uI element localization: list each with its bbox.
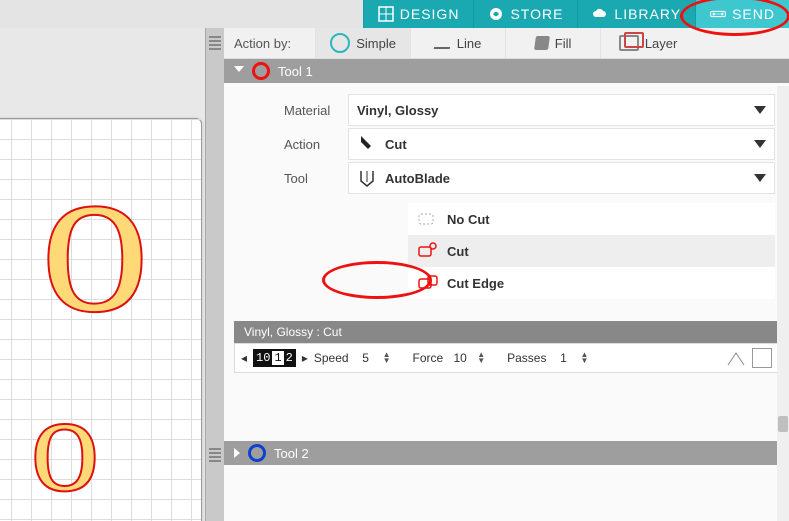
cloud-icon <box>592 6 608 22</box>
action-by-label: Action by: <box>234 36 291 51</box>
cut-option-nocut[interactable]: No Cut <box>408 203 775 235</box>
cutedge-label: Cut Edge <box>447 276 504 291</box>
action-by-simple[interactable]: Simple <box>315 28 410 58</box>
panel-drag-handle[interactable] <box>205 28 226 521</box>
speed-value: 5 <box>355 351 377 365</box>
expand-icon <box>234 448 240 458</box>
design-canvas[interactable]: o o <box>0 28 205 521</box>
tab-store[interactable]: STORE <box>473 0 577 28</box>
action-label: Action <box>284 137 348 152</box>
tool2-title: Tool 2 <box>274 446 309 461</box>
tool-value: AutoBlade <box>385 171 450 186</box>
cut-option-cutedge[interactable]: Cut Edge <box>408 267 775 299</box>
send-panel: Action by: Simple Line Fill Layer Tool 1… <box>224 28 789 521</box>
cut-options: No Cut Cut Cut Edge <box>408 203 789 299</box>
collapse-icon <box>234 66 244 77</box>
tab-library[interactable]: LIBRARY <box>577 0 695 28</box>
color-swatch[interactable] <box>752 348 772 368</box>
material-select[interactable]: Vinyl, Glossy <box>348 94 775 126</box>
cut-icon <box>417 242 439 260</box>
cut-settings-row: ◂ 10 1 2 ▸ Speed 5 ▲▼ Force 10 ▲▼ Passes… <box>234 343 779 373</box>
action-by-line[interactable]: Line <box>410 28 505 58</box>
material-label: Material <box>284 103 348 118</box>
nocut-icon <box>417 210 439 228</box>
tool1-body: Material Vinyl, Glossy Action Cut Tool A… <box>224 83 789 309</box>
autoblade-icon <box>357 168 377 188</box>
panel-scrollbar[interactable] <box>777 86 789 521</box>
grip-icon <box>209 448 221 462</box>
tool1-header[interactable]: Tool 1 <box>224 59 789 83</box>
action-by-simple-label: Simple <box>356 36 396 51</box>
blade-depth-scale[interactable]: 10 1 2 <box>253 349 296 367</box>
tool-select[interactable]: AutoBlade <box>348 162 775 194</box>
passes-label: Passes <box>507 351 546 365</box>
action-select[interactable]: Cut <box>348 128 775 160</box>
speed-label: Speed <box>314 351 349 365</box>
tab-send[interactable]: SEND <box>695 0 789 28</box>
tool2-header[interactable]: Tool 2 <box>224 441 789 465</box>
cut-option-cut[interactable]: Cut <box>408 235 775 267</box>
passes-stepper[interactable]: ▲▼ <box>580 352 588 364</box>
circle-icon <box>330 33 350 53</box>
cut-settings-header: Vinyl, Glossy : Cut <box>234 321 779 343</box>
cutedge-icon <box>417 274 439 292</box>
action-by-fill[interactable]: Fill <box>505 28 600 58</box>
design-shape: o <box>40 148 150 324</box>
line-segment-icon[interactable] <box>726 349 746 367</box>
speed-stepper[interactable]: ▲▼ <box>383 352 391 364</box>
top-tabs: DESIGN STORE LIBRARY SEND <box>363 0 789 28</box>
material-row: Material Vinyl, Glossy <box>284 93 789 127</box>
tab-send-label: SEND <box>732 6 775 22</box>
store-icon <box>488 6 504 22</box>
tab-store-label: STORE <box>510 6 563 22</box>
blade-right-arrow[interactable]: ▸ <box>302 351 308 365</box>
force-stepper[interactable]: ▲▼ <box>477 352 485 364</box>
tab-design[interactable]: DESIGN <box>363 0 474 28</box>
action-by-line-label: Line <box>457 36 482 51</box>
action-value: Cut <box>385 137 407 152</box>
force-label: Force <box>413 351 444 365</box>
scrollbar-thumb[interactable] <box>778 416 788 432</box>
chevron-down-icon <box>754 140 766 148</box>
chevron-down-icon <box>754 174 766 182</box>
grid-icon <box>378 6 394 22</box>
chevron-down-icon <box>754 106 766 114</box>
material-value: Vinyl, Glossy <box>357 103 438 118</box>
passes-value: 1 <box>552 351 574 365</box>
fill-icon <box>534 36 550 50</box>
design-shape-2: o <box>30 388 100 500</box>
tool-row: Tool AutoBlade <box>284 161 789 195</box>
tab-library-label: LIBRARY <box>614 6 681 22</box>
action-by-layer[interactable]: Layer <box>600 28 695 58</box>
blade-left-arrow[interactable]: ◂ <box>241 351 247 365</box>
tool-label: Tool <box>284 171 348 186</box>
line-icon <box>434 37 453 49</box>
layer-icon <box>619 35 639 51</box>
blue-ring-icon <box>248 444 266 462</box>
blade-icon <box>357 134 377 154</box>
action-by-fill-label: Fill <box>555 36 572 51</box>
action-by-layer-label: Layer <box>645 36 678 51</box>
force-value: 10 <box>449 351 471 365</box>
red-ring-icon <box>252 62 270 80</box>
grip-icon <box>209 36 221 50</box>
tool1-title: Tool 1 <box>278 64 313 79</box>
cut-label: Cut <box>447 244 469 259</box>
send-icon <box>710 6 726 22</box>
tab-design-label: DESIGN <box>400 6 460 22</box>
action-by-row: Action by: Simple Line Fill Layer <box>224 28 789 59</box>
nocut-label: No Cut <box>447 212 490 227</box>
action-row: Action Cut <box>284 127 789 161</box>
